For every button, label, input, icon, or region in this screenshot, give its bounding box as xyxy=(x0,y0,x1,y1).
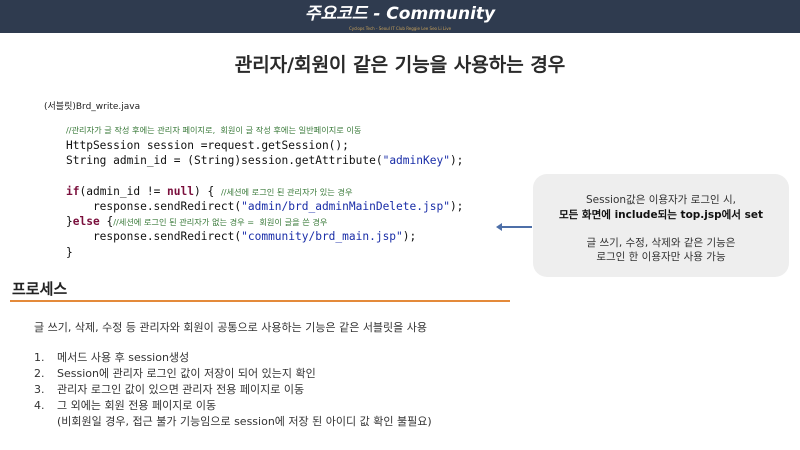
step-note: (비회원일 경우, 접근 불가 기능임으로 session에 저장 된 아이디 … xyxy=(57,415,432,428)
code-line: response.sendRedirect("community/brd_mai… xyxy=(66,230,417,244)
code-line: if(admin_id != null) { //세션에 로그인 된 관리자가 … xyxy=(66,184,353,198)
list-item: 2. Session에 관리자 로그인 값이 저장이 되어 있는지 확인 xyxy=(34,366,432,382)
code-line: }else {//세션에 로그인 된 관리자가 없는 경우 = 회원이 글을 쓴… xyxy=(66,215,328,229)
step-number: 1. xyxy=(34,351,45,364)
code-line: HttpSession session =request.getSession(… xyxy=(66,139,349,153)
list-item: 1. 메서드 사용 후 session생성 xyxy=(34,350,432,366)
file-label: (서블릿)Brd_write.java xyxy=(44,102,141,112)
header-subtitle: Cyclops Tech - Seoul IT Club Reggie Lee … xyxy=(348,26,452,31)
list-item: 3. 관리자 로그인 값이 있으면 관리자 전용 페이지로 이동 xyxy=(34,382,432,398)
step-number: 3. xyxy=(34,383,45,396)
process-title: 프로세스 xyxy=(12,280,68,298)
code-line: response.sendRedirect("admin/brd_adminMa… xyxy=(66,199,464,213)
step-number: 2. xyxy=(34,367,45,380)
code-line: } xyxy=(66,245,73,259)
callout-line: 로그인 한 이용자만 사용 가능 xyxy=(596,251,726,263)
process-intro: 글 쓰기, 삭제, 수정 등 관리자와 회원이 공통으로 사용하는 기능은 같은… xyxy=(34,321,428,334)
step-number: 4. xyxy=(34,399,45,412)
callout-line: 글 쓰기, 수정, 삭제와 같은 기능은 xyxy=(586,237,736,249)
step-text: 관리자 로그인 값이 있으면 관리자 전용 페이지로 이동 xyxy=(57,383,305,396)
list-item: 4. 그 외에는 회원 전용 페이지로 이동 xyxy=(34,398,432,414)
callout-line-bold: 모든 화면에 include되는 top.jsp에서 set xyxy=(558,209,764,221)
code-block: //관리자가 글 작성 후에는 관리자 페이지로, 회원이 글 작성 후에는 일… xyxy=(66,123,463,260)
code-line: //관리자가 글 작성 후에는 관리자 페이지로, 회원이 글 작성 후에는 일… xyxy=(66,125,362,135)
step-text: Session에 관리자 로그인 값이 저장이 되어 있는지 확인 xyxy=(57,367,316,380)
callout-box: Session값은 이용자가 로그인 시, 모든 화면에 include되는 t… xyxy=(533,174,789,277)
slide-header: 주요코드 - Community Cyclops Tech - Seoul IT… xyxy=(0,0,800,33)
callout-arrow-icon xyxy=(496,223,532,231)
callout-line: Session값은 이용자가 로그인 시, xyxy=(585,194,736,206)
header-title: 주요코드 - Community xyxy=(304,4,496,24)
step-text: 메서드 사용 후 session생성 xyxy=(57,351,190,364)
code-line: String admin_id = (String)session.getAtt… xyxy=(66,154,464,168)
process-steps: 1. 메서드 사용 후 session생성 2. Session에 관리자 로그인 … xyxy=(34,350,432,430)
step-text: 그 외에는 회원 전용 페이지로 이동 xyxy=(57,399,217,412)
process-divider xyxy=(10,300,510,302)
page-title: 관리자/회원이 같은 기능을 사용하는 경우 xyxy=(234,54,566,76)
